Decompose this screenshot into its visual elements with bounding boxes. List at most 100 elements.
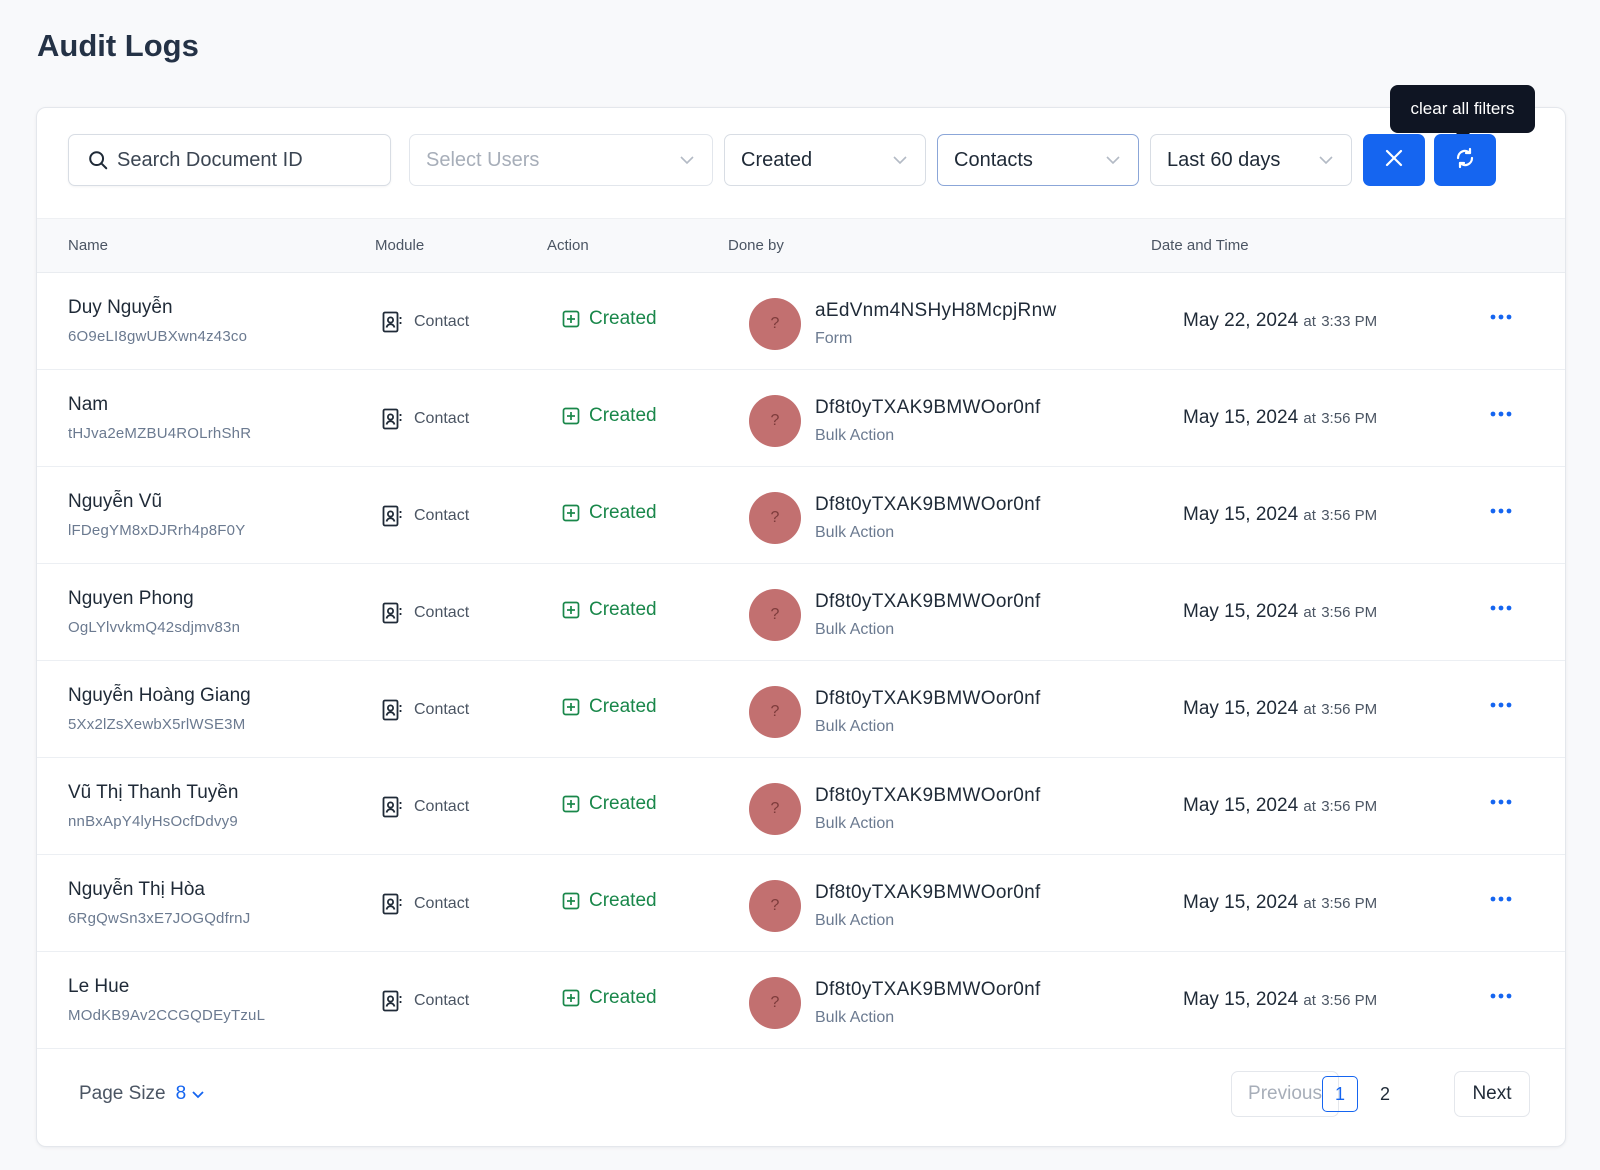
module-select[interactable]: Contacts <box>937 134 1139 186</box>
row-action-label: Created <box>589 793 657 814</box>
avatar: ? <box>749 395 801 447</box>
contact-card-icon <box>382 602 404 624</box>
row-action-label: Created <box>589 890 657 911</box>
audit-log-card: Select Users Created Contacts Last 60 da… <box>36 85 1566 1148</box>
table-row: Nguyen Phong OgLYlvvkmQ42sdjmv83n Contact C… <box>37 564 1565 661</box>
avatar: ? <box>749 298 801 350</box>
more-actions-button[interactable] <box>1485 594 1517 620</box>
row-at: at <box>1303 798 1316 815</box>
table-header: Name Module Action Done by Date and Time <box>37 218 1565 273</box>
row-date: May 15, 2024 <box>1183 601 1299 622</box>
refresh-icon <box>1453 146 1477 175</box>
users-select-placeholder: Select Users <box>426 148 540 171</box>
row-action: Created <box>562 599 657 621</box>
action-select[interactable]: Created <box>724 134 926 186</box>
row-done-by: Df8t0yTXAK9BMWOor0nf <box>815 397 1041 418</box>
row-source: Bulk Action <box>815 1009 895 1026</box>
row-module-label: Contact <box>414 507 470 524</box>
row-module: Contact <box>382 408 469 430</box>
row-at: at <box>1303 604 1316 621</box>
more-actions-button[interactable] <box>1485 691 1517 717</box>
contact-card-icon <box>382 990 404 1012</box>
more-actions-button[interactable] <box>1485 497 1517 523</box>
refresh-button[interactable] <box>1434 134 1496 186</box>
table-row: Nguyễn Hoàng Giang 5Xx2lZsXewbX5rlWSE3M Co… <box>37 661 1565 758</box>
row-datetime: May 15, 2024 at 3:56 PM <box>1183 698 1377 720</box>
row-done-by: Df8t0yTXAK9BMWOor0nf <box>815 882 1041 903</box>
more-actions-button[interactable] <box>1485 303 1517 329</box>
row-action-label: Created <box>589 987 657 1008</box>
row-name[interactable]: Duy Nguyễn <box>68 297 173 319</box>
row-time: 3:56 PM <box>1321 701 1378 718</box>
row-action-label: Created <box>589 405 657 426</box>
table-row: Nam tHJva2eMZBU4ROLrhShR Contact Created? Df… <box>37 370 1565 467</box>
plus-square-icon <box>562 503 582 523</box>
row-time: 3:56 PM <box>1321 992 1378 1009</box>
clear-filters-button[interactable] <box>1363 134 1425 186</box>
row-source: Bulk Action <box>815 427 895 444</box>
table-footer: Page Size 8 Previous 1 2 Next <box>37 1058 1565 1148</box>
row-action-label: Created <box>589 502 657 523</box>
row-date: May 22, 2024 <box>1183 310 1299 331</box>
date-range-select[interactable]: Last 60 days <box>1150 134 1352 186</box>
row-name[interactable]: Le Hue <box>68 976 129 998</box>
row-action-label: Created <box>589 696 657 717</box>
row-at: at <box>1303 895 1316 912</box>
row-name[interactable]: Nam <box>68 394 108 416</box>
avatar: ? <box>749 686 801 738</box>
row-time: 3:33 PM <box>1321 313 1378 330</box>
page-size-control[interactable]: Page Size 8 <box>79 1083 204 1105</box>
row-module-label: Contact <box>414 313 470 330</box>
row-date: May 15, 2024 <box>1183 407 1299 428</box>
page-2-button[interactable]: 2 <box>1367 1076 1403 1112</box>
row-name[interactable]: Nguyễn Thị Hòa <box>68 879 205 901</box>
row-at: at <box>1303 313 1316 330</box>
row-done-by: Df8t0yTXAK9BMWOor0nf <box>815 785 1041 806</box>
row-action-label: Created <box>589 599 657 620</box>
users-select[interactable]: Select Users <box>409 134 713 186</box>
row-at: at <box>1303 410 1316 427</box>
row-action: Created <box>562 502 657 524</box>
plus-square-icon <box>562 406 582 426</box>
row-datetime: May 15, 2024 at 3:56 PM <box>1183 989 1377 1011</box>
row-name[interactable]: Nguyen Phong <box>68 588 194 610</box>
row-datetime: May 22, 2024 at 3:33 PM <box>1183 310 1377 332</box>
row-source: Bulk Action <box>815 621 895 638</box>
more-actions-button[interactable] <box>1485 885 1517 911</box>
column-header-action: Action <box>547 237 589 254</box>
column-header-date-time: Date and Time <box>1151 237 1249 254</box>
contact-card-icon <box>382 699 404 721</box>
row-time: 3:56 PM <box>1321 507 1378 524</box>
row-document-id: lFDegYM8xDJRrh4p8F0Y <box>68 522 246 539</box>
row-name[interactable]: Nguyễn Vũ <box>68 491 162 513</box>
row-module-label: Contact <box>414 410 470 427</box>
avatar: ? <box>749 977 801 1029</box>
more-actions-button[interactable] <box>1485 400 1517 426</box>
table-row: Vũ Thị Thanh Tuyền nnBxApY4lyHsOcfDdvy9 Co… <box>37 758 1565 855</box>
row-date: May 15, 2024 <box>1183 892 1299 913</box>
page-size-label: Page Size <box>79 1083 166 1104</box>
row-done-by: Df8t0yTXAK9BMWOor0nf <box>815 979 1041 1000</box>
table-row: Nguyễn Thị Hòa 6RgQwSn3xE7JOGQdfrnJ Contac… <box>37 855 1565 952</box>
more-actions-button[interactable] <box>1485 982 1517 1008</box>
row-name[interactable]: Nguyễn Hoàng Giang <box>68 685 251 707</box>
row-name[interactable]: Vũ Thị Thanh Tuyền <box>68 782 238 804</box>
next-page-button[interactable]: Next <box>1454 1071 1530 1117</box>
row-module: Contact <box>382 505 469 527</box>
row-module-label: Contact <box>414 798 470 815</box>
page-title: Audit Logs <box>37 28 199 63</box>
more-horizontal-icon <box>1490 307 1512 325</box>
row-datetime: May 15, 2024 at 3:56 PM <box>1183 504 1377 526</box>
search-box[interactable] <box>68 134 391 186</box>
row-action: Created <box>562 890 657 912</box>
page-size-value: 8 <box>175 1083 187 1104</box>
row-document-id: MOdKB9Av2CCGQDEyTzuL <box>68 1007 266 1024</box>
row-at: at <box>1303 992 1316 1009</box>
row-action: Created <box>562 793 657 815</box>
page-1-button[interactable]: 1 <box>1322 1076 1358 1112</box>
more-actions-button[interactable] <box>1485 788 1517 814</box>
row-source: Bulk Action <box>815 718 895 735</box>
row-datetime: May 15, 2024 at 3:56 PM <box>1183 892 1377 914</box>
search-input[interactable] <box>117 148 367 172</box>
plus-square-icon <box>562 988 582 1008</box>
